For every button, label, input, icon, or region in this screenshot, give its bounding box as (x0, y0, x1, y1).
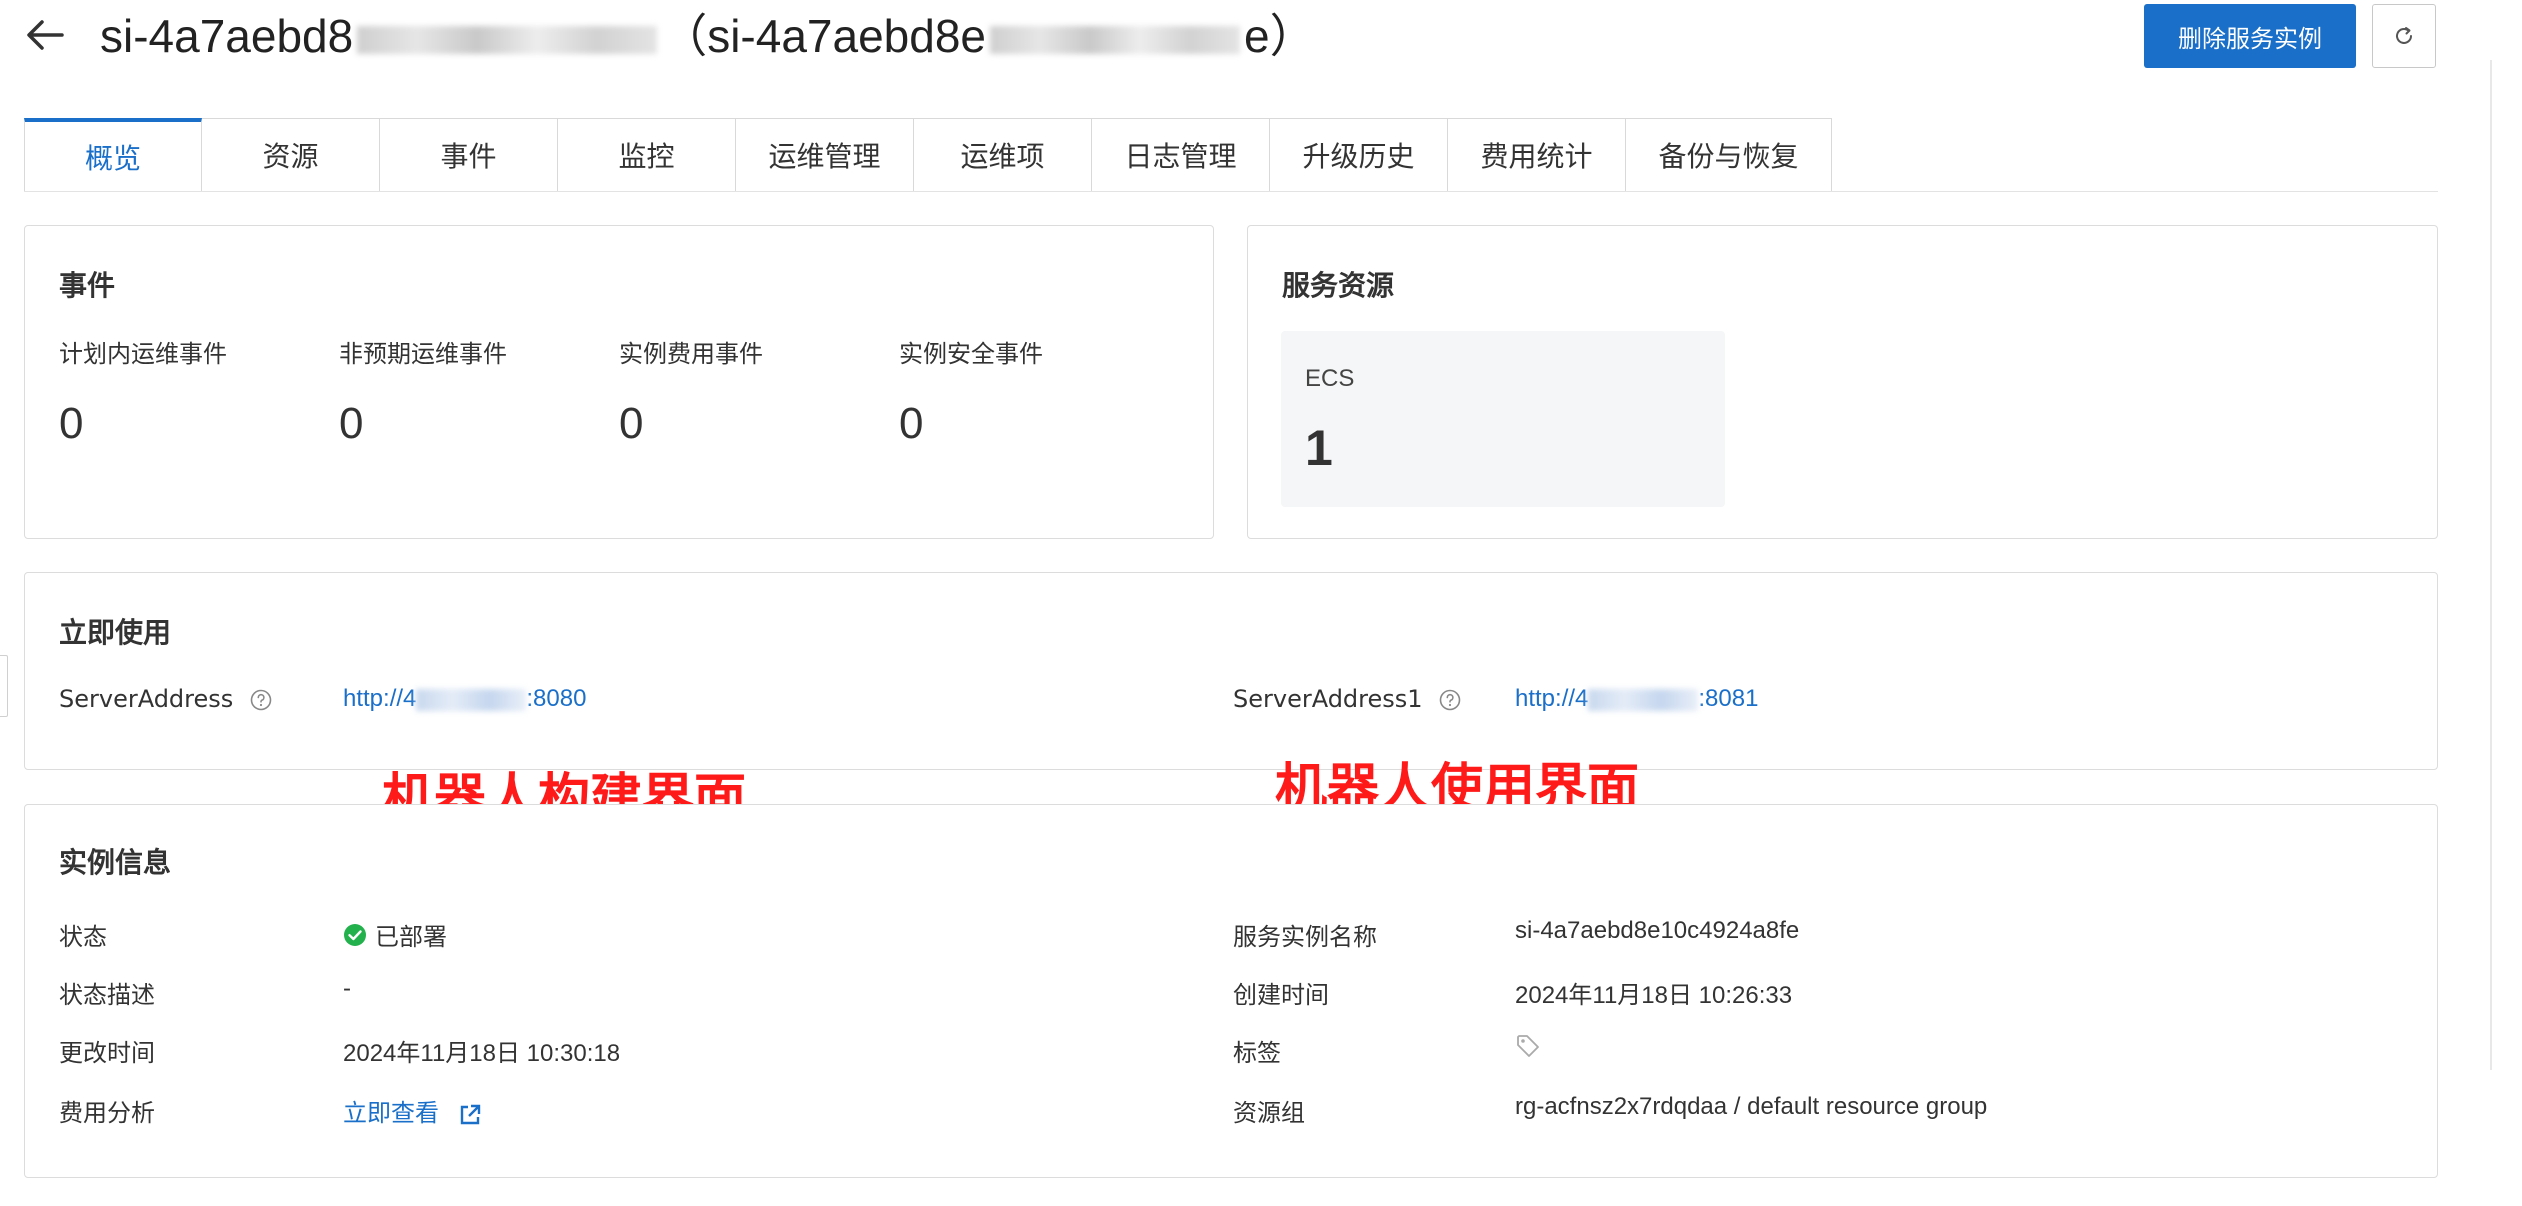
link-text: http://4 (1515, 685, 1589, 712)
redacted-text (416, 688, 527, 711)
event-count: 0 (339, 399, 364, 448)
server-address-link[interactable]: http://4 :8080 (343, 685, 586, 713)
redacted-text (990, 25, 1240, 54)
redacted-text (357, 25, 658, 54)
server-address-label-text: ServerAddress (59, 685, 234, 713)
back-arrow-icon[interactable] (22, 12, 68, 58)
tabs-divider (24, 191, 2438, 192)
refresh-icon (2396, 27, 2412, 44)
view-cost-link-text: 立即查看 (343, 1100, 439, 1127)
resource-group-value: rg-acfnsz2x7rdqdaa / default resource gr… (1515, 1093, 1988, 1120)
event-label: 非预期运维事件 (339, 340, 507, 368)
event-stat-planned: 计划内运维事件 0 (59, 334, 227, 449)
server-address1-label: ServerAddress1 (1233, 685, 1462, 713)
instance-name-label: 服务实例名称 (1233, 923, 1377, 951)
server-address1-label-text: ServerAddress1 (1233, 685, 1423, 713)
link-text: :8080 (526, 685, 587, 712)
title-instance-name-open: （si-4a7aebd8e (661, 10, 986, 62)
instance-info-card: 实例信息 状态 已部署 状态描述 - 更改时间 2024年11月18日 10:3… (24, 804, 2438, 1178)
created-time-value: 2024年11月18日 10:26:33 (1515, 982, 1793, 1009)
tab-ops-items[interactable]: 运维项 (914, 118, 1092, 192)
tab-resources[interactable]: 资源 (202, 118, 380, 192)
link-text: :8081 (1698, 685, 1759, 712)
service-resources-card: 服务资源 ECS 1 (1247, 225, 2438, 539)
use-now-card: 立即使用 ServerAddress http://4 :8080 ServerA… (24, 572, 2438, 770)
tab-cost-statistics[interactable]: 费用统计 (1448, 118, 1626, 192)
use-now-title: 立即使用 (59, 616, 172, 649)
tab-overview[interactable]: 概览 (24, 118, 202, 192)
tab-upgrade-history[interactable]: 升级历史 (1270, 118, 1448, 192)
event-stat-security: 实例安全事件 0 (899, 334, 1043, 449)
title-instance-id: si-4a7aebd8 (100, 10, 354, 62)
events-card: 事件 计划内运维事件 0 非预期运维事件 0 实例费用事件 0 实例安全事件 0 (24, 225, 1214, 539)
help-icon[interactable] (1438, 688, 1462, 712)
side-panel-handle[interactable] (0, 655, 8, 717)
tags-label: 标签 (1233, 1039, 1281, 1067)
resources-title: 服务资源 (1282, 269, 1395, 302)
modified-time-value: 2024年11月18日 10:30:18 (343, 1040, 621, 1067)
event-label: 计划内运维事件 (59, 340, 227, 368)
tags-value[interactable] (1515, 1033, 1541, 1066)
tab-backup-restore[interactable]: 备份与恢复 (1626, 118, 1832, 192)
server-address-label: ServerAddress (59, 685, 273, 713)
event-stat-cost: 实例费用事件 0 (619, 334, 763, 449)
page-title: si-4a7aebd8 （si-4a7aebd8e e） (100, 6, 1316, 66)
server-address1-link[interactable]: http://4 :8081 (1515, 685, 1758, 713)
view-cost-link[interactable]: 立即查看 (343, 1093, 482, 1128)
help-icon[interactable] (249, 688, 273, 712)
delete-instance-button[interactable]: 删除服务实例 (2144, 4, 2356, 68)
external-link-icon (460, 1104, 480, 1124)
status-text: 已部署 (375, 924, 447, 951)
status-indicator: 已部署 (343, 917, 447, 952)
title-instance-name-close: e） (1244, 10, 1316, 62)
refresh-button[interactable] (2372, 4, 2436, 68)
link-text: http://4 (343, 685, 417, 712)
ecs-label: ECS (1305, 365, 1355, 392)
modified-time-label: 更改时间 (59, 1039, 155, 1067)
tab-ops-management[interactable]: 运维管理 (736, 118, 914, 192)
tag-icon[interactable] (1515, 1033, 1541, 1059)
status-description-value: - (343, 975, 351, 1002)
status-value: 已部署 (343, 917, 447, 954)
event-count: 0 (59, 399, 84, 448)
redacted-text (1588, 688, 1699, 711)
event-stat-unexpected: 非预期运维事件 0 (339, 334, 507, 449)
scrollbar-track[interactable] (2490, 60, 2492, 1070)
instance-name-value: si-4a7aebd8e10c4924a8fe (1515, 917, 1800, 944)
cost-analysis-label: 费用分析 (59, 1099, 155, 1127)
status-description-label: 状态描述 (59, 981, 155, 1009)
tab-log-management[interactable]: 日志管理 (1092, 118, 1270, 192)
tab-events[interactable]: 事件 (380, 118, 558, 192)
tab-monitoring[interactable]: 监控 (558, 118, 736, 192)
resource-group-label: 资源组 (1233, 1099, 1305, 1127)
page-header: si-4a7aebd8 （si-4a7aebd8e e） 删除服务实例 (0, 0, 2522, 110)
event-count: 0 (899, 399, 924, 448)
ecs-resource-tile[interactable]: ECS 1 (1281, 331, 1725, 507)
success-check-icon (344, 923, 366, 946)
event-label: 实例费用事件 (619, 340, 763, 368)
event-count: 0 (619, 399, 644, 448)
instance-info-title: 实例信息 (59, 846, 172, 879)
tab-bar: 概览 资源 事件 监控 运维管理 运维项 日志管理 升级历史 费用统计 备份与恢… (24, 118, 1832, 192)
ecs-count: 1 (1305, 420, 1333, 476)
event-label: 实例安全事件 (899, 340, 1043, 368)
events-title: 事件 (59, 269, 116, 302)
created-time-label: 创建时间 (1233, 981, 1329, 1009)
status-label: 状态 (59, 923, 107, 951)
